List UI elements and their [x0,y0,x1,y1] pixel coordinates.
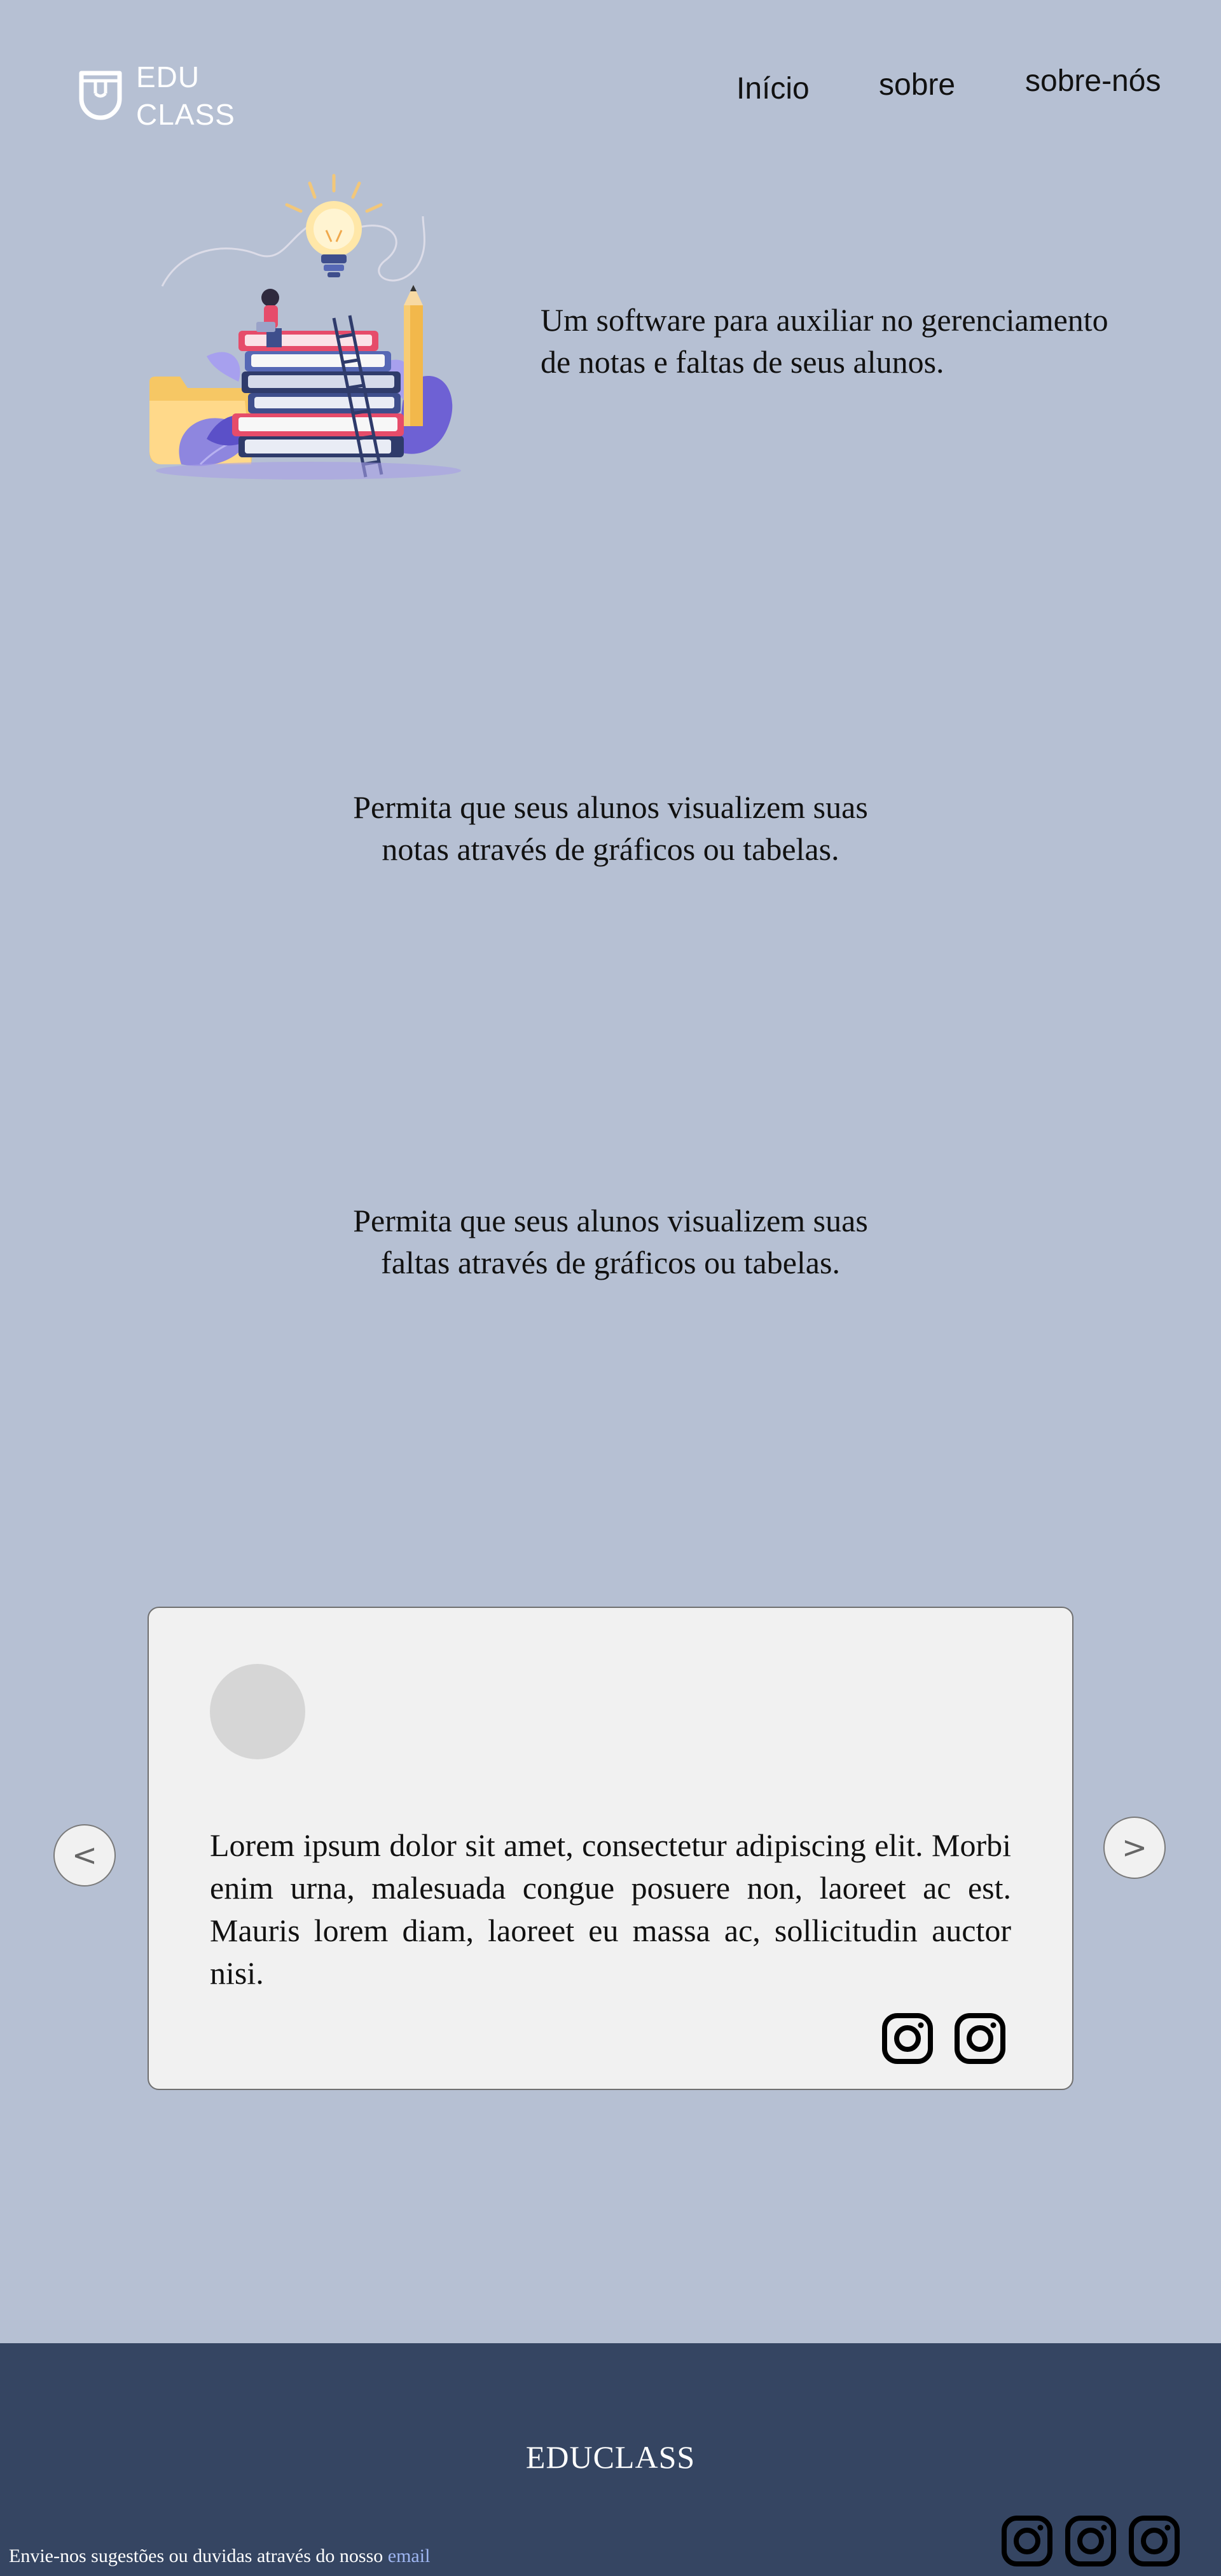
footer-email-link[interactable]: email [388,2545,431,2566]
logo-line-2: CLASS [136,97,235,131]
hero-text-line-1: Um software para auxiliar no gerenciamen… [541,302,1108,338]
hero-text-line-2: de notas e faltas de seus alunos. [541,344,944,380]
feature-absences: Permita que seus alunos visualizem suas … [0,1200,1221,1284]
feature-grades: Permita que seus alunos visualizem suas … [0,786,1221,870]
nav-link-sobre-nos[interactable]: sobre-nós [1025,64,1161,99]
hero-description: Um software para auxiliar no gerenciamen… [541,299,1189,383]
chevron-right-icon: > [1121,1830,1148,1866]
instagram-icon[interactable] [1128,2515,1180,2567]
carousel-next-button[interactable]: > [1103,1817,1166,1879]
instagram-icon[interactable] [1001,2515,1053,2567]
nav-link-inicio[interactable]: Início [736,71,810,106]
feature-grades-line-1: Permita que seus alunos visualizem suas [353,789,868,825]
logo-line-1: EDU [136,60,200,93]
carousel-prev-button[interactable]: < [53,1824,116,1887]
instagram-icon[interactable] [954,2012,1006,2065]
instagram-icon[interactable] [881,2012,934,2065]
testimonial-text: Lorem ipsum dolor sit amet, consectetur … [210,1827,1011,1991]
feature-grades-line-2: notas através de gráficos ou tabelas. [382,831,839,867]
footer-brand: EDUCLASS [525,2439,696,2475]
shield-logo-icon [79,71,122,120]
feature-absences-line-1: Permita que seus alunos visualizem suas [353,1203,868,1238]
footer-social-links [1001,2515,1180,2567]
footer-contact-note: Envie-nos sugestões ou duvidas através d… [9,2545,430,2567]
avatar [210,1664,305,1759]
feature-absences-line-2: faltas através de gráficos ou tabelas. [381,1245,840,1280]
education-books-lightbulb-illustration [149,174,461,480]
logo-text: EDU CLASS [136,59,235,134]
nav-link-sobre[interactable]: sobre [879,67,955,102]
instagram-icon[interactable] [1065,2515,1117,2567]
chevron-left-icon: < [71,1838,98,1873]
testimonial-social-links [881,2012,1006,2065]
site-footer: EDUCLASS Envie-nos sugestões ou duvidas … [0,2343,1221,2576]
testimonial-card: Lorem ipsum dolor sit amet, consectetur … [148,1607,1073,2090]
footer-note-text: Envie-nos sugestões ou duvidas através d… [9,2545,388,2566]
logo[interactable]: EDU CLASS [78,59,235,134]
